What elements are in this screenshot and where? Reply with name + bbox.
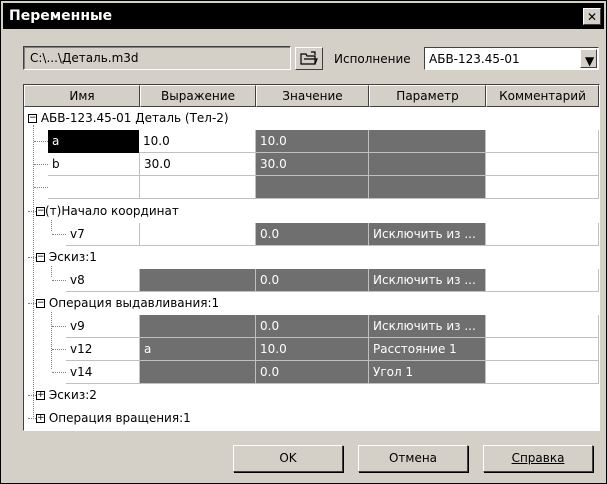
cell-value: 0.0 [256,269,369,292]
expand-icon[interactable]: + [36,414,45,423]
cell-value: 0.0 [256,223,369,246]
table-row[interactable]: v9 0.0 Исключить из ... [24,315,599,338]
tree-line [34,141,48,142]
ispolnenie-value: АБВ-123.45-01 [429,52,520,66]
cell-value: 0.0 [256,315,369,338]
tree-group-root[interactable]: − АБВ-123.45-01 Деталь (Тел-2) [28,107,229,129]
cell-name[interactable]: v9 [66,315,140,338]
ispolnenie-select[interactable]: АБВ-123.45-01 ▼ [424,47,599,70]
cell-comment[interactable] [486,130,599,153]
collapse-icon[interactable]: − [36,299,45,308]
cell-comment[interactable] [486,176,599,199]
column-header-value[interactable]: Значение [256,85,369,107]
tree-line [34,187,48,188]
column-header-parameter[interactable]: Параметр [369,85,486,107]
cell-name[interactable]: v14 [66,361,140,384]
group-label: Эскиз:1 [48,250,97,264]
ispolnenie-label: Исполнение [334,52,411,66]
close-button[interactable]: ✕ [583,8,601,25]
tree-group-sketch1[interactable]: − Эскиз:1 [28,246,97,268]
cell-value: 10.0 [256,338,369,361]
table-row[interactable]: v12 a 10.0 Расстояние 1 [24,338,599,361]
open-folder-icon [300,51,318,65]
cell-comment[interactable] [486,223,599,246]
cell-parameter: Расстояние 1 [369,338,486,361]
expand-icon[interactable]: + [36,391,45,400]
cell-expression[interactable] [140,361,256,384]
cancel-button[interactable]: Отмена [358,445,468,472]
group-label: Операция вращения:1 [48,411,191,425]
table-row[interactable]: b 30.0 30.0 [24,153,599,176]
cell-parameter [369,130,486,153]
cell-expression[interactable]: 10.0 [139,130,256,153]
column-header-name[interactable]: Имя [24,85,140,107]
cell-expression[interactable] [140,176,256,199]
table-row-empty[interactable] [24,176,599,199]
cell-name[interactable]: v8 [66,269,140,292]
cell-name[interactable]: a [48,130,139,153]
tree-line [52,234,66,235]
cell-parameter: Исключить из ... [369,223,486,246]
collapse-icon[interactable]: − [36,207,45,216]
cell-expression[interactable]: 30.0 [140,153,256,176]
tree-line [34,164,48,165]
variables-dialog: Переменные ✕ C:\...\Деталь.m3d Исполнени… [0,0,607,484]
cell-comment[interactable] [486,269,599,292]
table-row[interactable]: a 10.0 10.0 [24,130,599,153]
tree-line [52,280,66,281]
cell-comment[interactable] [486,361,599,384]
cell-value: 0.0 [256,361,369,384]
group-label: Эскиз:2 [48,388,97,402]
cell-value [256,176,369,199]
cell-parameter: Исключить из ... [369,269,486,292]
cell-parameter [369,153,486,176]
open-file-button[interactable] [295,47,323,70]
cell-name[interactable]: v7 [66,223,140,246]
close-icon: ✕ [586,9,598,24]
tree-line [52,349,66,350]
column-header-expression[interactable]: Выражение [140,85,256,107]
window-title: Переменные [9,8,113,24]
chevron-down-icon: ▼ [585,54,595,68]
cell-parameter [369,176,486,199]
help-button[interactable]: Справка [483,445,593,472]
table-row[interactable]: v14 0.0 Угол 1 [24,361,599,384]
collapse-icon[interactable]: − [36,253,45,262]
tree-group-rotate[interactable]: + Операция вращения:1 [28,407,191,429]
tree-group-sketch2[interactable]: + Эскиз:2 [28,384,97,406]
cell-comment[interactable] [486,338,599,361]
cell-name[interactable]: v12 [66,338,140,361]
column-header-comment[interactable]: Комментарий [486,85,599,107]
cell-value: 10.0 [256,130,369,153]
cell-expression[interactable] [140,223,256,246]
cell-value: 30.0 [256,153,369,176]
cell-expression[interactable]: a [140,338,256,361]
tree-line [52,372,66,373]
ok-button[interactable]: OK [233,445,343,472]
table-row[interactable]: v8 0.0 Исключить из ... [24,269,599,292]
tree-group-extrude[interactable]: − Операция выдавливания:1 [28,292,219,314]
group-label: Операция выдавливания:1 [48,296,220,310]
tree-group-origin[interactable]: −(т)Начало координат [28,200,179,222]
variables-table: Имя Выражение Значение Параметр Коммента… [23,84,600,431]
cell-comment[interactable] [486,315,599,338]
group-label: АБВ-123.45-01 Деталь (Тел-2) [40,111,229,125]
cell-parameter: Угол 1 [369,361,486,384]
table-row[interactable]: v7 0.0 Исключить из ... [24,223,599,246]
cell-name[interactable] [48,176,140,199]
cell-expression[interactable] [140,269,256,292]
cell-comment[interactable] [486,153,599,176]
dropdown-button[interactable]: ▼ [580,49,597,68]
cell-expression[interactable] [140,315,256,338]
cell-name[interactable]: b [48,153,140,176]
tree-line [52,326,66,327]
cell-parameter: Исключить из ... [369,315,486,338]
title-bar[interactable]: Переменные ✕ [3,3,604,29]
file-path-field[interactable]: C:\...\Деталь.m3d [23,46,291,70]
collapse-icon[interactable]: − [28,114,37,123]
group-label: (т)Начало координат [45,204,179,218]
